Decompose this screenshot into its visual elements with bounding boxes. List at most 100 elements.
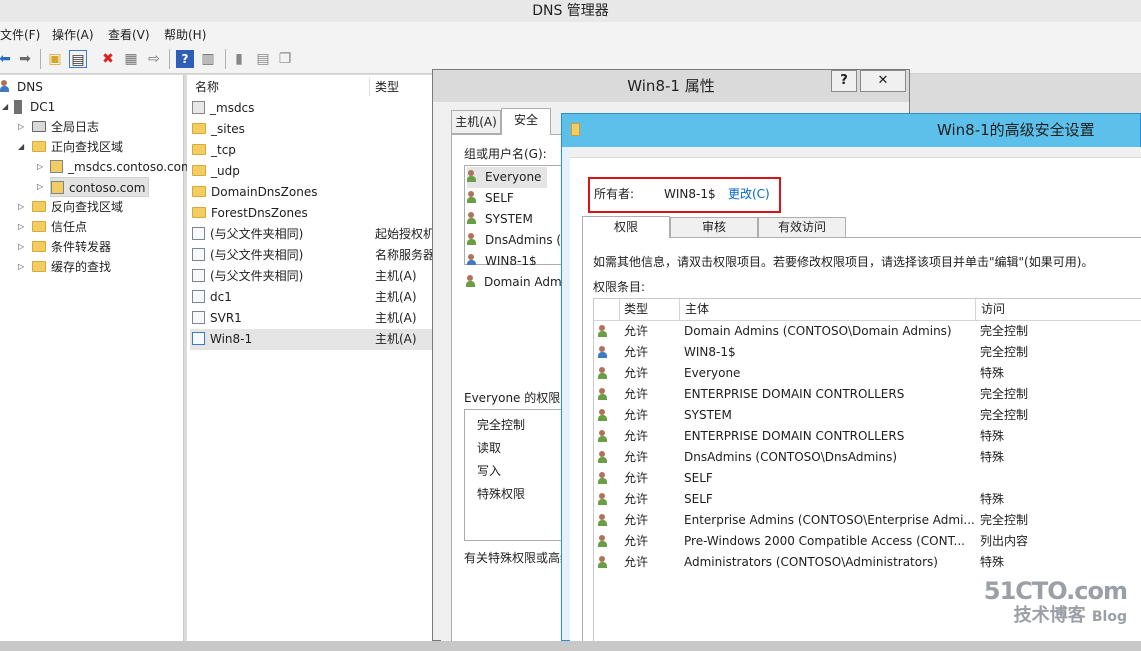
permission-entry-row[interactable]: 允许 SELF 特殊	[594, 489, 1141, 510]
collapsed-arrow-icon[interactable]: ▷	[18, 197, 24, 217]
collapsed-arrow-icon[interactable]: ▷	[18, 217, 24, 237]
item-name: dc1	[210, 290, 232, 304]
permission-entry-row[interactable]: 允许 SELF	[594, 468, 1141, 489]
forward-icon[interactable]: ➡	[16, 50, 34, 68]
list-item-selected[interactable]: Win8-1 主机(A)	[190, 329, 433, 350]
export-icon[interactable]: ⇨	[145, 50, 163, 68]
list-item[interactable]: dc1 主机(A)	[192, 287, 432, 308]
owner-value: WIN8-1$	[664, 187, 716, 201]
tab-auditing[interactable]: 审核	[670, 217, 758, 238]
tree-node-trust-points[interactable]: 信任点	[32, 217, 87, 237]
close-button[interactable]: ✕	[860, 70, 906, 92]
user-icon	[598, 346, 611, 359]
permission-entry-row[interactable]: 允许 ENTERPRISE DOMAIN CONTROLLERS 特殊	[594, 426, 1141, 447]
help-button[interactable]: ?	[831, 70, 857, 92]
user-item[interactable]: DnsAdmins (	[467, 230, 561, 251]
watermark-line1: 51CTO.com	[983, 577, 1128, 605]
list-item[interactable]: (与父文件夹相同) 名称服务器	[192, 245, 435, 266]
list-icon[interactable]: ▤	[254, 50, 272, 68]
tree-node-msdcs-zone[interactable]: _msdcs.contoso.com	[50, 157, 193, 177]
user-name: DnsAdmins (	[485, 233, 562, 247]
tab-permissions[interactable]: 权限	[582, 216, 670, 238]
permission-entry-row[interactable]: 允许 Pre-Windows 2000 Compatible Access (CO…	[594, 531, 1141, 552]
record-icon	[192, 332, 205, 345]
collapsed-arrow-icon[interactable]: ▷	[18, 117, 24, 137]
menu-file[interactable]: 文件(F)	[0, 26, 40, 43]
show-hide-tree-icon[interactable]: ▤	[69, 50, 87, 68]
item-type: 主机(A)	[375, 269, 417, 283]
users-icon	[598, 535, 611, 548]
entry-access: 特殊	[980, 492, 1005, 506]
properties-icon[interactable]: ▦	[122, 50, 140, 68]
tree-node-reverse-zones[interactable]: 反向查找区域	[32, 197, 123, 217]
users-icon	[598, 556, 611, 569]
change-owner-link[interactable]: 更改(C)	[728, 184, 770, 204]
expanded-arrow-icon[interactable]: ◢	[18, 137, 24, 157]
tree-node-global-log[interactable]: 全局日志	[32, 117, 99, 137]
permission-entry-row[interactable]: 允许 Everyone 特殊	[594, 363, 1141, 384]
list-item[interactable]: ForestDnsZones	[192, 203, 432, 224]
column-header-access[interactable]: 访问	[976, 299, 1141, 321]
tree-node-dc1[interactable]: DC1	[14, 97, 55, 117]
entry-access: 完全控制	[980, 345, 1029, 359]
column-header-name[interactable]: 名称	[195, 78, 219, 96]
entry-access: 完全控制	[980, 324, 1029, 338]
permission-entry-row[interactable]: 允许 Domain Admins (CONTOSO\Domain Admins) 完…	[594, 321, 1141, 342]
column-header-principal[interactable]: 主体	[680, 299, 976, 321]
up-folder-icon[interactable]: ▣	[46, 50, 64, 68]
collapsed-arrow-icon[interactable]: ▷	[37, 177, 43, 197]
permission-entry-row[interactable]: 允许 Enterprise Admins (CONTOSO\Enterprise …	[594, 510, 1141, 531]
permission-entry-row[interactable]: 允许 Administrators (CONTOSO\Administrators…	[594, 552, 1141, 573]
user-item[interactable]: SYSTEM	[467, 209, 533, 230]
tab-effective-access[interactable]: 有效访问	[758, 217, 846, 238]
list-item[interactable]: _sites	[192, 119, 432, 140]
tree-node-conditional-forwarders[interactable]: 条件转发器	[32, 237, 111, 257]
server-icon[interactable]: ▮	[230, 50, 248, 68]
menu-help[interactable]: 帮助(H)	[164, 26, 206, 43]
list-item[interactable]: _msdcs	[192, 98, 432, 119]
permission-entry-row[interactable]: 允许 WIN8-1$ 完全控制	[594, 342, 1141, 363]
advanced-security-dialog: Win8-1的高级安全设置 所有者: WIN8-1$ 更改(C) 权限 审核 有…	[561, 113, 1141, 643]
record-icon	[192, 269, 205, 282]
list-item[interactable]: (与父文件夹相同) 主机(A)	[192, 266, 432, 287]
menu-action[interactable]: 操作(A)	[52, 26, 94, 43]
collapsed-arrow-icon[interactable]: ▷	[18, 237, 24, 257]
menu-view[interactable]: 查看(V)	[108, 26, 150, 43]
entry-principal: WIN8-1$	[684, 345, 736, 359]
item-type: 起始授权机	[375, 227, 436, 241]
permission-entry-row[interactable]: 允许 SYSTEM 完全控制	[594, 405, 1141, 426]
list-item[interactable]: _udp	[192, 161, 432, 182]
folder-icon	[192, 101, 205, 114]
tab-host[interactable]: 主机(A)	[451, 110, 501, 134]
list-item[interactable]: SVR1 主机(A)	[192, 308, 432, 329]
help-icon[interactable]: ?	[176, 50, 194, 68]
user-item[interactable]: SELF	[467, 188, 514, 209]
tree-node-forward-zones[interactable]: 正向查找区域	[32, 137, 123, 157]
permission-entry-row[interactable]: 允许 ENTERPRISE DOMAIN CONTROLLERS 完全控制	[594, 384, 1141, 405]
column-header-type[interactable]: 类型	[620, 299, 680, 321]
collapsed-arrow-icon[interactable]: ▷	[37, 157, 43, 177]
perm-full-control: 完全控制	[477, 418, 526, 432]
collapsed-arrow-icon[interactable]: ▷	[18, 257, 24, 277]
console-icon[interactable]: ▥	[199, 50, 217, 68]
entry-type: 允许	[624, 429, 649, 443]
tree-node-contoso[interactable]: contoso.com	[50, 177, 150, 197]
list-item[interactable]: _tcp	[192, 140, 432, 161]
list-item[interactable]: DomainDnsZones	[192, 182, 432, 203]
expanded-arrow-icon[interactable]: ◢	[2, 97, 8, 117]
user-item[interactable]: WIN8-1$	[467, 251, 537, 265]
column-header-type[interactable]: 类型	[375, 78, 399, 96]
delete-icon[interactable]: ✖	[99, 50, 117, 68]
user-item-everyone[interactable]: Everyone	[467, 167, 548, 188]
tree-label: contoso.com	[69, 181, 146, 195]
copy-icon[interactable]: ❐	[276, 50, 294, 68]
back-icon[interactable]: ⬅	[0, 50, 14, 68]
list-item[interactable]: (与父文件夹相同) 起始授权机	[192, 224, 436, 245]
tree-node-cached-lookups[interactable]: 缓存的查找	[32, 257, 111, 277]
user-item-domain-admins[interactable]: Domain Adm	[466, 272, 562, 293]
item-name: _msdcs	[210, 101, 255, 115]
permission-entry-row[interactable]: 允许 DnsAdmins (CONTOSO\DnsAdmins) 特殊	[594, 447, 1141, 468]
record-icon	[192, 248, 205, 261]
tree-node-dns[interactable]: DNS	[0, 77, 43, 97]
tab-security[interactable]: 安全	[501, 108, 551, 135]
